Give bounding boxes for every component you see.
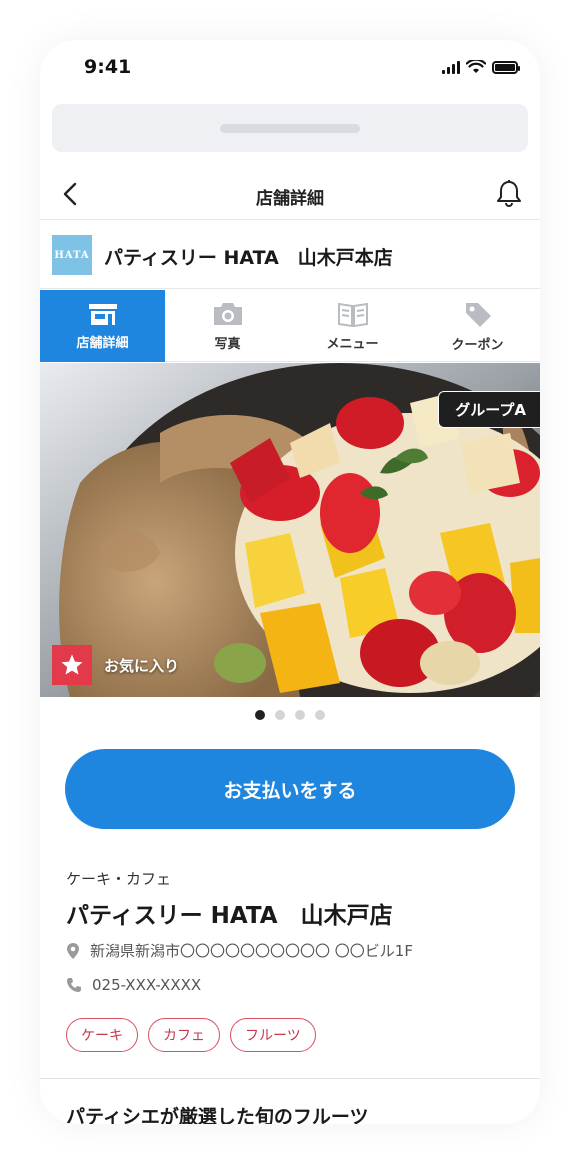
- shop-logo: HATA: [52, 235, 92, 275]
- tab-photos[interactable]: 写真: [165, 290, 290, 362]
- address-bar-placeholder: [220, 124, 360, 133]
- pay-button[interactable]: お支払いをする: [65, 749, 515, 829]
- shop-name: パティスリー HATA 山木戸本店: [104, 247, 393, 269]
- nav-header: 店舗詳細: [40, 168, 540, 220]
- address-row[interactable]: 新潟県新潟市〇〇〇〇〇〇〇〇〇〇 〇〇ビル1F: [66, 940, 413, 961]
- tab-label: クーポン: [451, 337, 504, 353]
- tab-store-details[interactable]: 店舗詳細: [40, 290, 165, 362]
- status-bar: 9:41: [40, 40, 540, 100]
- page-title: 店舗詳細: [256, 189, 324, 209]
- group-badge: グループA: [438, 391, 540, 428]
- tag-fruit[interactable]: フルーツ: [230, 1018, 316, 1052]
- tab-label: 写真: [214, 336, 241, 352]
- carousel-dot[interactable]: [295, 710, 305, 720]
- carousel-dot[interactable]: [255, 710, 265, 720]
- carousel-dot[interactable]: [315, 710, 325, 720]
- coupon-tag-icon: [465, 302, 491, 327]
- status-icons: [442, 60, 520, 74]
- shop-header: HATA パティスリー HATA 山木戸本店: [40, 221, 540, 289]
- tab-coupon[interactable]: クーポン: [415, 290, 540, 362]
- tab-bar: 店舗詳細 写真 メニュー クーポン: [40, 290, 540, 362]
- tag-cafe[interactable]: カフェ: [148, 1018, 220, 1052]
- favorite-button[interactable]: お気に入り: [52, 645, 179, 685]
- tag-list: ケーキ カフェ フルーツ: [66, 1018, 316, 1052]
- description-heading: パティシエが厳選した旬のフルーツ: [66, 1106, 369, 1124]
- carousel-dot[interactable]: [275, 710, 285, 720]
- phone-icon: [67, 978, 81, 992]
- section-divider: [40, 1078, 540, 1079]
- favorite-label: お気に入り: [104, 656, 180, 675]
- tab-label: 店舗詳細: [76, 335, 129, 351]
- store-category: ケーキ・カフェ: [66, 870, 172, 888]
- phone-screen: 9:41 店舗詳細 HATA パティスリー HATA 山木戸本店 店舗詳細 写真…: [40, 40, 540, 1124]
- phone-row[interactable]: 025-XXX-XXXX: [66, 976, 201, 994]
- star-icon: [52, 645, 92, 685]
- hero-image[interactable]: グループA お気に入り: [40, 363, 540, 697]
- tab-menu[interactable]: メニュー: [290, 290, 415, 362]
- store-icon: [88, 303, 117, 325]
- notification-button[interactable]: [492, 176, 526, 210]
- store-phone: 025-XXX-XXXX: [92, 976, 202, 994]
- address-bar[interactable]: [52, 104, 528, 152]
- tab-label: メニュー: [326, 336, 379, 352]
- battery-icon: [492, 60, 520, 74]
- store-address: 新潟県新潟市〇〇〇〇〇〇〇〇〇〇 〇〇ビル1F: [90, 942, 413, 960]
- location-pin-icon: [67, 942, 79, 959]
- camera-icon: [213, 302, 242, 325]
- bell-icon: [497, 180, 521, 207]
- tag-cake[interactable]: ケーキ: [66, 1018, 138, 1052]
- menu-book-icon: [337, 302, 368, 327]
- store-name: パティスリー HATA 山木戸店: [66, 903, 393, 929]
- signal-icon: [442, 60, 460, 74]
- status-time: 9:41: [84, 56, 132, 78]
- wifi-icon: [466, 60, 486, 73]
- carousel-dots: [40, 710, 540, 720]
